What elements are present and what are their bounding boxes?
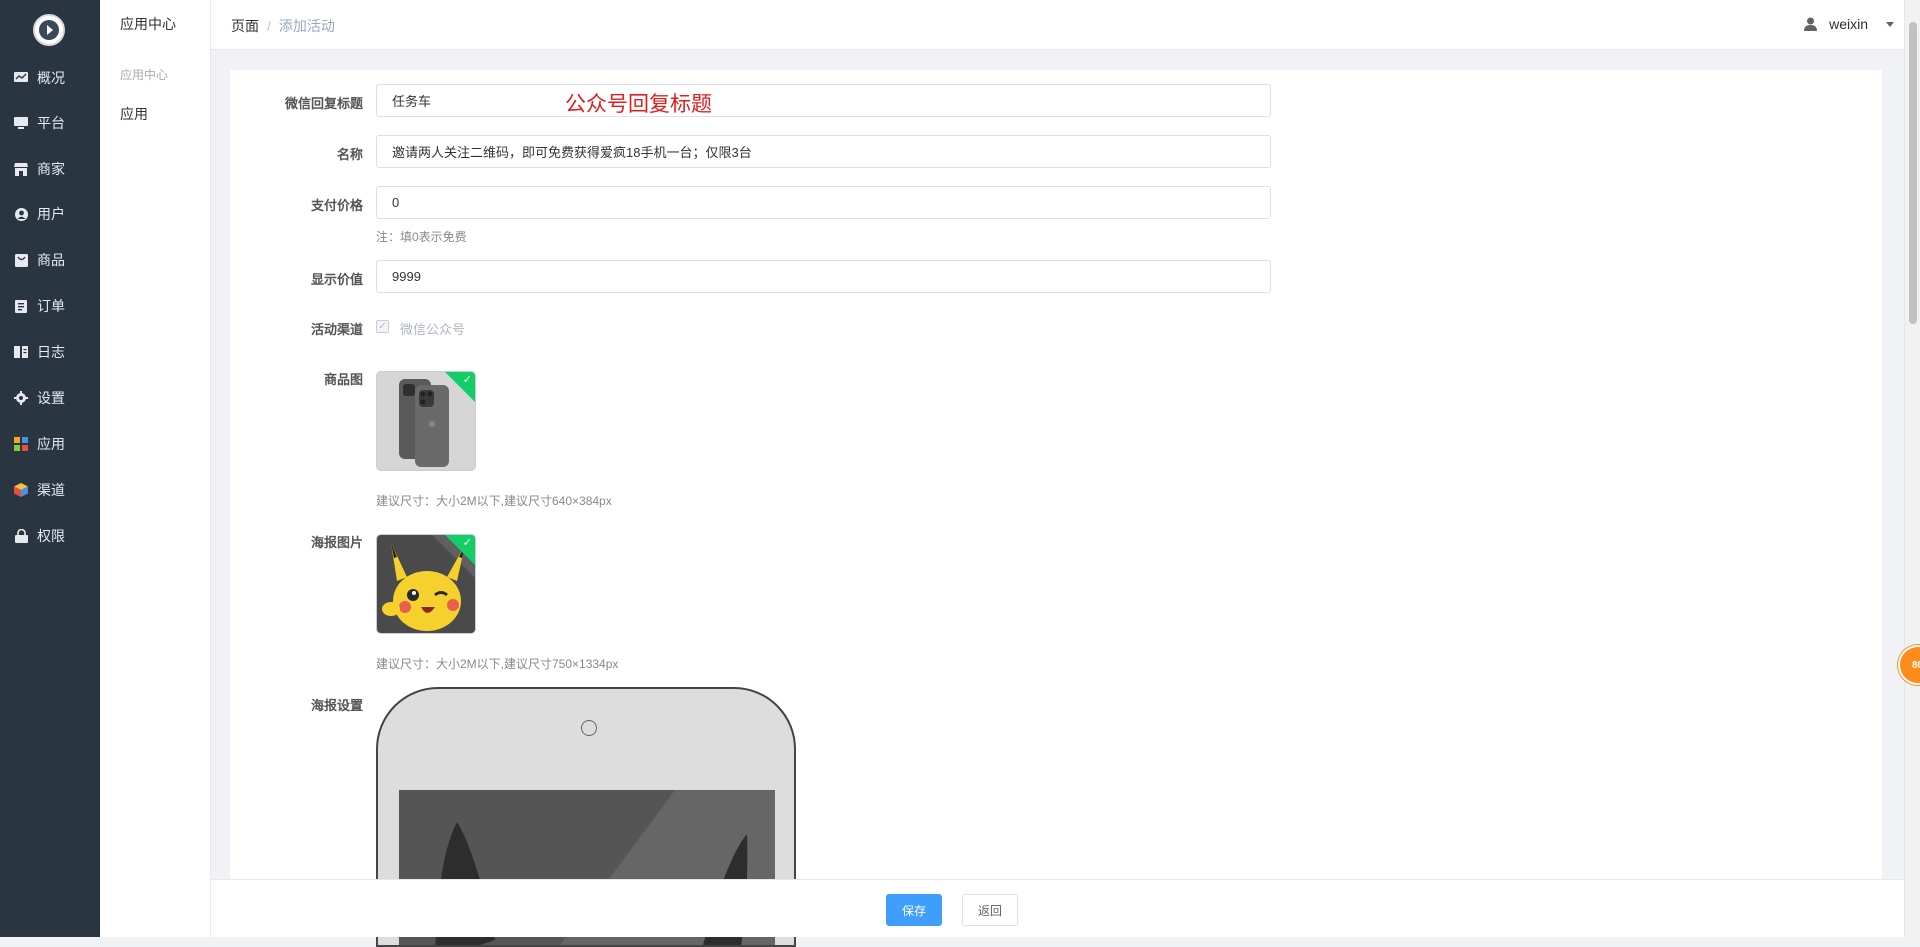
channel-icon	[14, 483, 28, 497]
nav-item-label: 日志	[37, 344, 65, 360]
username: weixin	[1829, 16, 1868, 32]
nav-item-product[interactable]: 商品	[0, 242, 100, 278]
breadcrumb-home[interactable]: 页面	[231, 18, 259, 34]
breadcrumb: 页面 / 添加活动	[231, 16, 335, 36]
product-icon	[14, 253, 28, 267]
poster-image-label: 海报图片	[310, 535, 363, 550]
check-icon: ✓	[462, 537, 472, 549]
top-header: 页面 / 添加活动 weixin	[211, 0, 1904, 50]
scrollbar-thumb[interactable]	[1909, 22, 1917, 324]
price-label: 支付价格	[310, 198, 363, 213]
reply-title-input[interactable]: 任务车	[376, 84, 1271, 117]
overview-icon	[14, 71, 28, 85]
price-value: 0	[392, 195, 400, 210]
nav-item-label: 渠道	[37, 482, 65, 498]
price-input[interactable]: 0	[376, 186, 1271, 219]
action-bar: 保存 返回	[211, 879, 1904, 937]
nav-item-label: 权限	[37, 528, 65, 544]
display-value-label: 显示价值	[310, 272, 363, 287]
platform-icon	[14, 116, 28, 130]
name-value: 邀请两人关注二维码，即可免费获得爱疯18手机一台；仅限3台	[392, 145, 752, 160]
lock-icon	[14, 529, 28, 543]
nav-item-settings[interactable]: 设置	[0, 380, 100, 416]
nav-item-store[interactable]: 商家	[0, 151, 100, 187]
order-icon	[14, 299, 28, 313]
nav-item-permission[interactable]: 权限	[0, 518, 100, 554]
price-hint: 注：填0表示免费	[376, 230, 467, 244]
product-image-upload[interactable]: ✓	[376, 371, 476, 471]
nav-item-user[interactable]: 用户	[0, 196, 100, 232]
floating-badge: 80	[1912, 659, 1920, 671]
user-icon	[14, 207, 28, 221]
apps-icon	[14, 437, 28, 451]
breadcrumb-current: 添加活动	[278, 18, 335, 34]
name-label: 名称	[336, 147, 363, 162]
nav-item-label: 订单	[37, 298, 65, 314]
reply-title-annotation: 公众号回复标题	[565, 93, 712, 116]
phone-camera-icon	[581, 720, 597, 736]
save-button[interactable]: 保存	[886, 894, 943, 926]
breadcrumb-separator: /	[267, 18, 271, 34]
sub-sidebar-title: 应用中心	[120, 16, 176, 32]
nav-item-platform[interactable]: 平台	[0, 105, 100, 141]
sub-sidebar	[100, 0, 211, 937]
user-menu[interactable]: weixin	[1804, 16, 1894, 32]
name-input[interactable]: 邀请两人关注二维码，即可免费获得爱疯18手机一台；仅限3台	[376, 135, 1271, 168]
logo-icon	[39, 20, 59, 40]
check-icon: ✓	[462, 374, 472, 386]
nav-item-apps[interactable]: 应用	[0, 426, 100, 462]
back-button[interactable]: 返回	[962, 894, 1019, 926]
product-image-hint: 建议尺寸：大小2M以下,建议尺寸640×384px	[376, 494, 612, 508]
display-value-value: 9999	[392, 269, 421, 284]
floating-assistant-button[interactable]: 80	[1898, 645, 1920, 685]
nav-item-overview[interactable]: 概况	[0, 60, 100, 96]
reply-title-label: 微信回复标题	[284, 96, 363, 111]
nav-item-label: 设置	[37, 390, 65, 406]
poster-setting-label: 海报设置	[310, 698, 363, 713]
channel-label: 活动渠道	[310, 322, 363, 337]
product-image-label: 商品图	[323, 372, 363, 387]
gear-icon	[14, 391, 28, 405]
reply-title-value: 任务车	[392, 94, 432, 109]
channel-option-label: 微信公众号	[400, 322, 466, 337]
nav-item-order[interactable]: 订单	[0, 288, 100, 324]
nav-item-label: 应用	[37, 436, 65, 452]
nav-item-log[interactable]: 日志	[0, 334, 100, 370]
nav-item-channel[interactable]: 渠道	[0, 472, 100, 508]
poster-image-upload[interactable]: ✓	[376, 534, 476, 634]
nav-item-label: 商家	[37, 161, 65, 177]
sub-sidebar-group: 应用中心	[120, 68, 169, 82]
logo[interactable]	[33, 14, 65, 46]
main-nav: 概况 平台 商家 用户 商品 订单 日志 设置 应用 渠道 权限	[0, 0, 100, 937]
sub-sidebar-item-apps[interactable]: 应用	[120, 104, 148, 124]
nav-item-label: 商品	[37, 252, 65, 268]
nav-item-label: 概况	[37, 70, 65, 86]
nav-item-label: 平台	[37, 115, 65, 131]
user-icon	[1804, 17, 1818, 31]
log-icon	[14, 345, 28, 359]
poster-image-hint: 建议尺寸：大小2M以下,建议尺寸750×1334px	[376, 657, 619, 671]
nav-item-label: 用户	[37, 206, 65, 222]
store-icon	[14, 162, 28, 176]
display-value-input[interactable]: 9999	[376, 260, 1271, 293]
page-scrollbar[interactable]	[1904, 0, 1920, 937]
channel-checkbox[interactable]: ✓	[376, 320, 389, 333]
chevron-down-icon	[1886, 21, 1894, 27]
